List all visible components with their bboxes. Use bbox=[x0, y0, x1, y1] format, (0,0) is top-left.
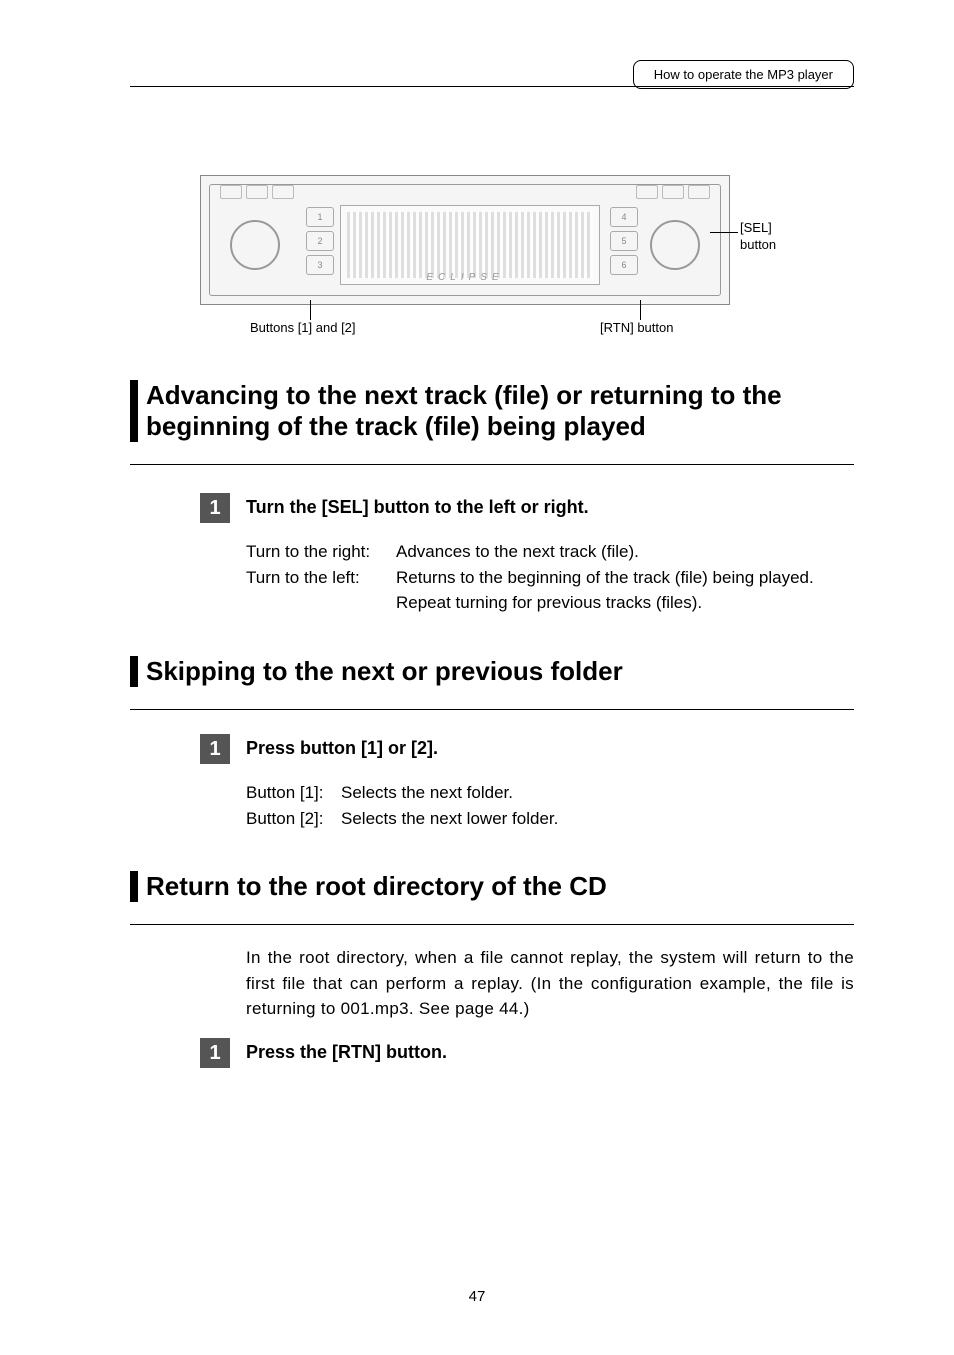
step-number-badge: 1 bbox=[200, 493, 230, 523]
callout-buttons-1-2: Buttons [1] and [2] bbox=[250, 320, 356, 335]
volume-knob-icon bbox=[230, 220, 280, 270]
detail-value: Advances to the next track (file). bbox=[396, 539, 854, 565]
detail-label: Button [1]: bbox=[246, 780, 341, 806]
section-title: Return to the root directory of the CD bbox=[146, 871, 854, 902]
section-heading: Advancing to the next track (file) or re… bbox=[130, 380, 854, 442]
step-instruction: Press the [RTN] button. bbox=[246, 1038, 447, 1063]
section-heading: Skipping to the next or previous folder bbox=[130, 656, 854, 687]
callout-sel-button: [SEL] button bbox=[740, 220, 776, 254]
callout-rtn-button: [RTN] button bbox=[600, 320, 673, 335]
section-bar-icon bbox=[130, 871, 138, 902]
step-row: 1 Press the [RTN] button. bbox=[200, 1038, 854, 1068]
page-number: 47 bbox=[0, 1288, 954, 1305]
step-number-badge: 1 bbox=[200, 1038, 230, 1068]
section-paragraph: In the root directory, when a file canno… bbox=[246, 945, 854, 1022]
step-instruction: Turn the [SEL] button to the left or rig… bbox=[246, 493, 589, 518]
callout-line bbox=[640, 300, 641, 320]
main-content: Advancing to the next track (file) or re… bbox=[130, 380, 854, 1084]
detail-block: Turn to the right: Advances to the next … bbox=[246, 539, 854, 616]
callout-line bbox=[710, 232, 738, 233]
device-brand-text: ECLIPSE bbox=[426, 272, 503, 283]
header-divider bbox=[130, 86, 854, 87]
detail-value: Selects the next lower folder. bbox=[341, 806, 854, 832]
section-title: Skipping to the next or previous folder bbox=[146, 656, 854, 687]
section-bar-icon bbox=[130, 656, 138, 687]
header-breadcrumb-box: How to operate the MP3 player bbox=[633, 60, 854, 89]
step-row: 1 Turn the [SEL] button to the left or r… bbox=[200, 493, 854, 523]
step-number-badge: 1 bbox=[200, 734, 230, 764]
car-stereo-illustration: 1 2 3 4 5 6 ECLIPSE bbox=[200, 175, 730, 305]
callout-line bbox=[310, 300, 311, 320]
step-instruction: Press button [1] or [2]. bbox=[246, 734, 438, 759]
step-row: 1 Press button [1] or [2]. bbox=[200, 734, 854, 764]
detail-value: Returns to the beginning of the track (f… bbox=[396, 565, 854, 616]
detail-label: Button [2]: bbox=[246, 806, 341, 832]
section-heading: Return to the root directory of the CD bbox=[130, 871, 854, 902]
detail-label: Turn to the left: bbox=[246, 565, 396, 616]
device-diagram: 1 2 3 4 5 6 ECLIPSE bbox=[200, 175, 730, 305]
detail-block: Button [1]: Selects the next folder. But… bbox=[246, 780, 854, 831]
header-breadcrumb-text: How to operate the MP3 player bbox=[654, 67, 833, 82]
section-title: Advancing to the next track (file) or re… bbox=[146, 380, 854, 442]
section-bar-icon bbox=[130, 380, 138, 442]
detail-label: Turn to the right: bbox=[246, 539, 396, 565]
sel-knob-icon bbox=[650, 220, 700, 270]
detail-value: Selects the next folder. bbox=[341, 780, 854, 806]
